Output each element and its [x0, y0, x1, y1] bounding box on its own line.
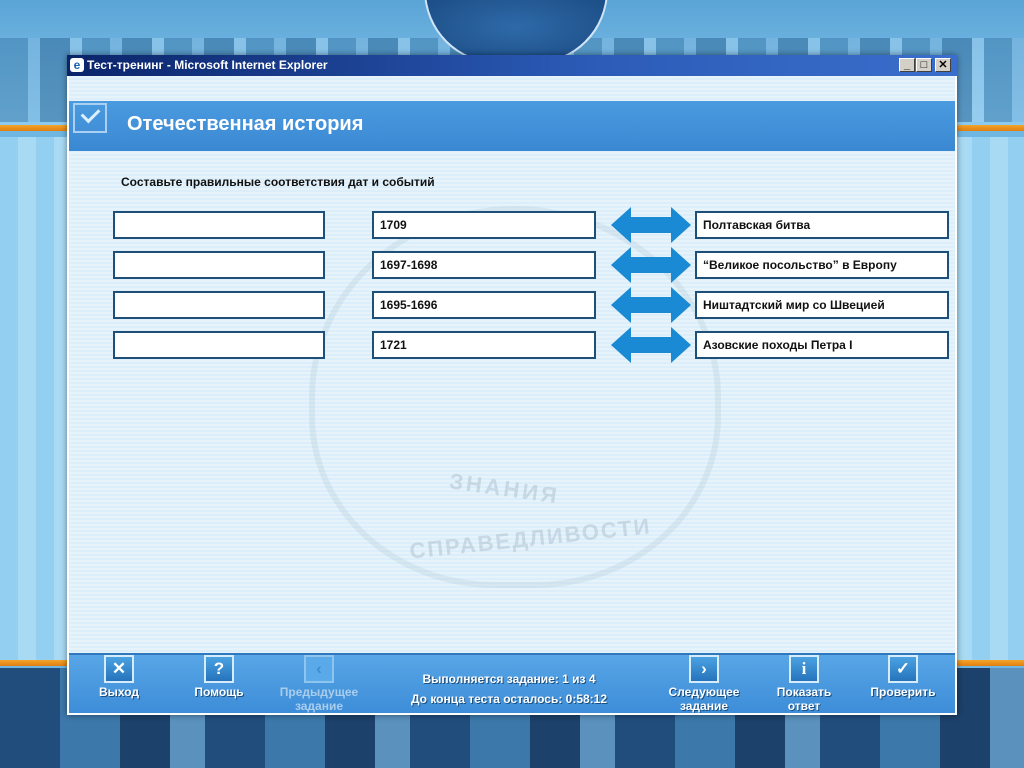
check-label: Проверить	[870, 685, 936, 699]
double-arrow-icon	[611, 247, 691, 283]
answer-slot-2[interactable]	[113, 251, 325, 279]
bottom-toolbar: ✕ Выход ? Помощь ‹ Предыдущее задание Вы…	[69, 653, 955, 713]
subject-title: Отечественная история	[127, 113, 364, 135]
task-progress-text: Выполняется задание: 1 из 4	[422, 672, 596, 686]
show-answer-button[interactable]: i Показать ответ	[764, 655, 844, 713]
test-status: Выполняется задание: 1 из 4 До конца тес…	[399, 669, 619, 709]
question-icon: ?	[204, 655, 234, 683]
date-card-4[interactable]: 1721	[372, 331, 596, 359]
close-window-button[interactable]: ✕	[935, 58, 951, 72]
minimize-button[interactable]: _	[899, 58, 915, 72]
task-instruction: Составьте правильные соответствия дат и …	[121, 175, 435, 189]
event-card-2[interactable]: “Великое посольство” в Европу	[695, 251, 949, 279]
exit-label: Выход	[98, 685, 140, 699]
answer-slot-1[interactable]	[113, 211, 325, 239]
checkmark-icon: ✓	[888, 655, 918, 683]
window-titlebar[interactable]: e Тест-тренинг - Microsoft Internet Expl…	[67, 55, 957, 76]
subject-header: Отечественная история	[69, 101, 955, 151]
show-answer-label: Показать ответ	[776, 685, 832, 713]
answer-slot-3[interactable]	[113, 291, 325, 319]
time-remaining-text: До конца теста осталось: 0:58:12	[410, 692, 608, 706]
event-card-1[interactable]: Полтавская битва	[695, 211, 949, 239]
date-card-2[interactable]: 1697-1698	[372, 251, 596, 279]
ie-window: e Тест-тренинг - Microsoft Internet Expl…	[67, 55, 957, 715]
maximize-button[interactable]: □	[916, 58, 932, 72]
date-card-1[interactable]: 1709	[372, 211, 596, 239]
check-button[interactable]: ✓ Проверить	[861, 655, 945, 699]
next-task-label: Следующее задание	[668, 685, 740, 713]
previous-task-button[interactable]: ‹ Предыдущее задание	[269, 655, 369, 713]
next-task-button[interactable]: › Следующее задание	[654, 655, 754, 713]
event-card-4[interactable]: Азовские походы Петра I	[695, 331, 949, 359]
info-icon: i	[789, 655, 819, 683]
previous-task-label: Предыдущее задание	[279, 685, 359, 713]
double-arrow-icon	[611, 327, 691, 363]
date-card-3[interactable]: 1695-1696	[372, 291, 596, 319]
answer-slot-4[interactable]	[113, 331, 325, 359]
help-label: Помощь	[194, 685, 244, 699]
test-content-area: Отечественная история ЗНАНИЯ СПРАВЕДЛИВО…	[69, 76, 955, 713]
exit-button[interactable]: ✕ Выход	[89, 655, 149, 699]
double-arrow-icon	[611, 287, 691, 323]
event-card-3[interactable]: Ништадтский мир со Швецией	[695, 291, 949, 319]
close-x-icon: ✕	[104, 655, 134, 683]
chevron-right-icon: ›	[689, 655, 719, 683]
help-button[interactable]: ? Помощь	[184, 655, 254, 699]
chevron-left-icon: ‹	[304, 655, 334, 683]
header-check-icon	[73, 103, 107, 133]
window-title: Тест-тренинг - Microsoft Internet Explor…	[87, 58, 328, 72]
ie-logo-icon: e	[70, 58, 84, 72]
double-arrow-icon	[611, 207, 691, 243]
